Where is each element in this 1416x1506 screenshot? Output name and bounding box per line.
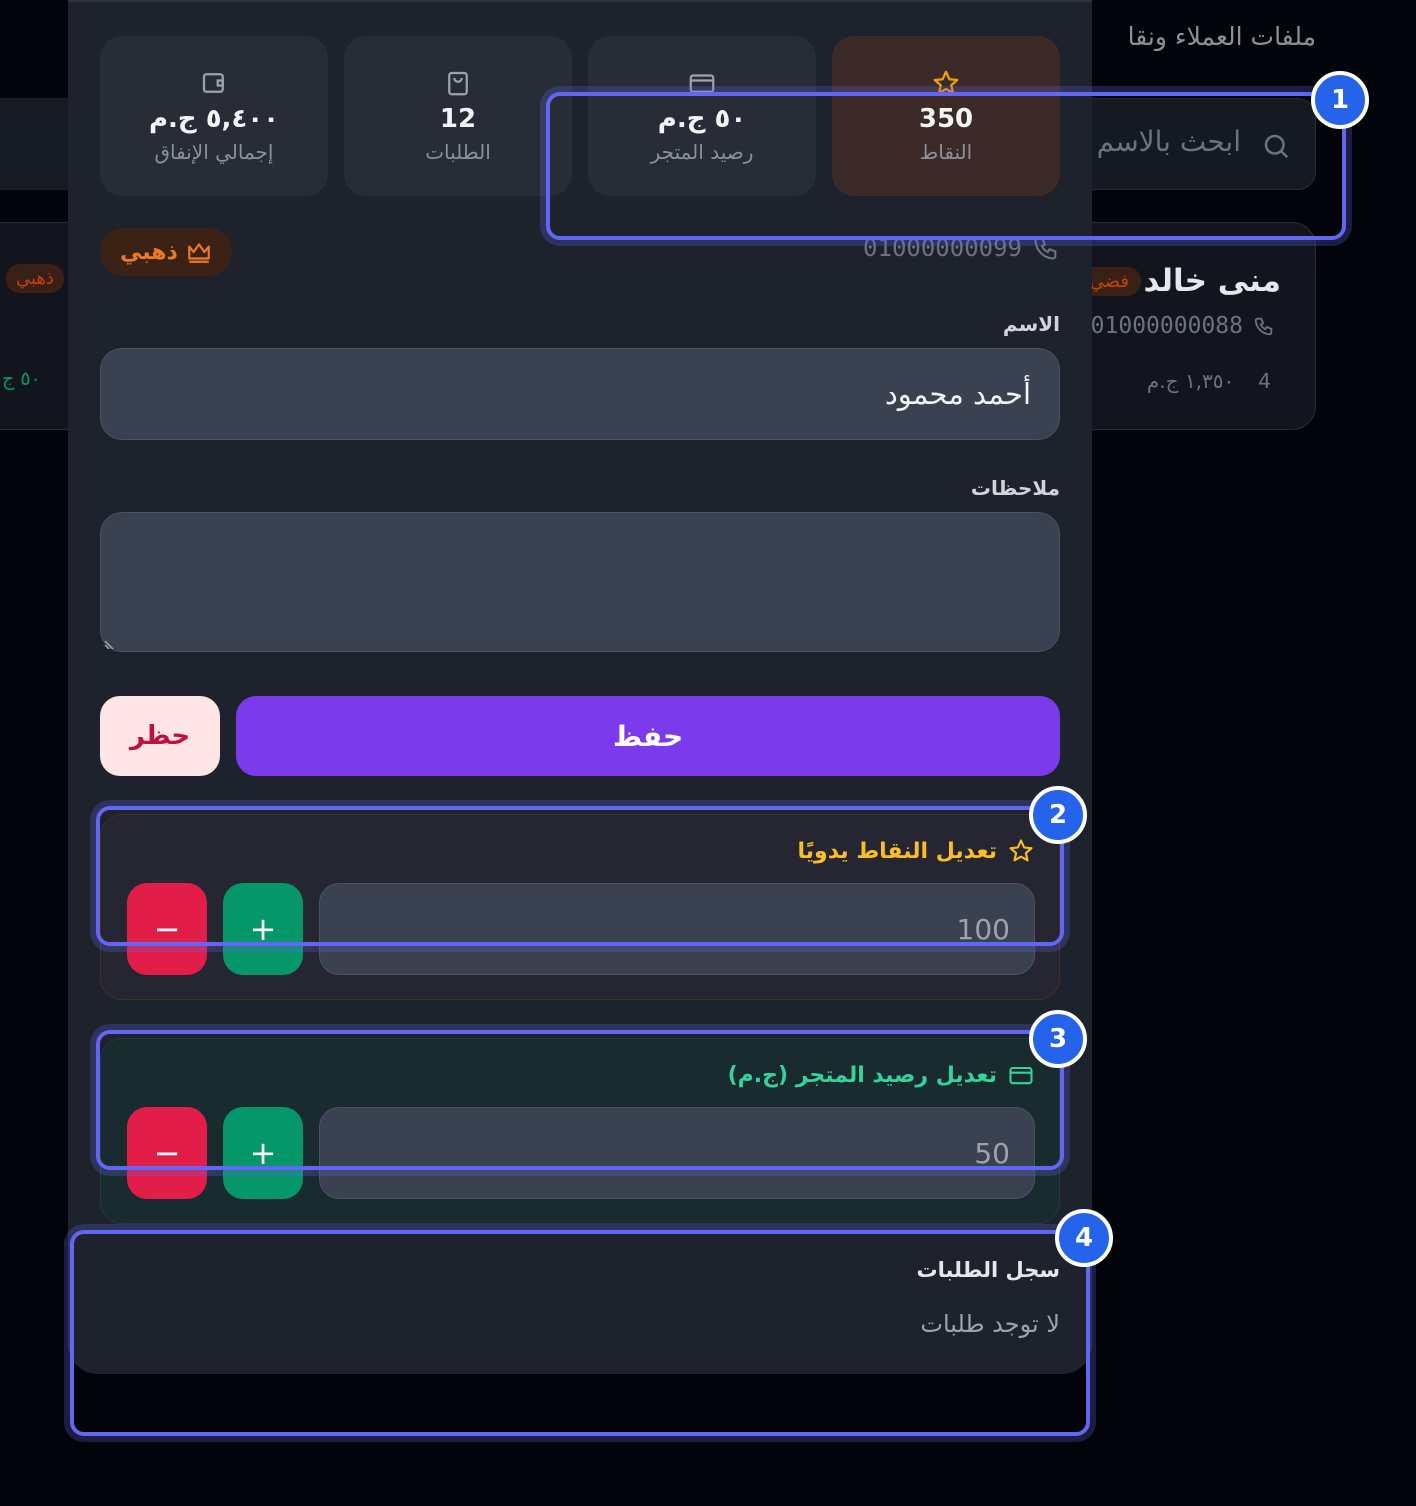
spent-amount: ١,٣٥٠ ج.م	[1146, 369, 1235, 393]
phone-number: 01000000088	[1090, 313, 1243, 339]
save-button[interactable]: حفظ	[236, 696, 1060, 776]
crown-icon	[187, 243, 210, 263]
annotation-box-4	[70, 1230, 1090, 1436]
tier-badge-label: ذهبي	[120, 239, 178, 265]
orders-count: 4	[1258, 369, 1271, 393]
notes-textarea[interactable]	[100, 512, 1060, 652]
customer-name: منى خالد	[1143, 263, 1281, 299]
stat-value: ٥,٤٠٠ ج.م	[148, 104, 280, 134]
annotation-marker-3: 3	[1029, 1010, 1087, 1068]
name-label: الاسم	[1002, 312, 1060, 336]
stat-total-spend: ٥,٤٠٠ ج.م إجمالي الإنفاق	[100, 36, 328, 196]
stat-label: الطلبات	[425, 140, 491, 164]
notes-label: ملاحظات	[970, 476, 1060, 500]
stat-label: إجمالي الإنفاق	[154, 140, 274, 164]
annotation-box-2	[96, 806, 1064, 946]
stat-orders: 12 الطلبات	[344, 36, 572, 196]
name-input[interactable]: أحمد محمود	[100, 348, 1060, 440]
customer-stats: 4 ١,٣٥٠ ج.م	[1147, 369, 1271, 393]
annotation-marker-4: 4	[1055, 1209, 1113, 1267]
page-title: ملفات العملاء ونقا	[1127, 22, 1316, 51]
customer-phone: 01000000088	[1091, 313, 1275, 339]
annotation-box-3	[96, 1030, 1064, 1170]
annotation-marker-2: 2	[1029, 786, 1087, 844]
shopping-bag-icon	[443, 68, 473, 98]
tier-badge: ذهبي	[100, 228, 232, 276]
annotation-marker-1: 1	[1311, 71, 1369, 129]
wallet-icon	[199, 68, 229, 98]
stat-value: 12	[439, 104, 477, 134]
tier-badge-label: فضي	[1089, 271, 1129, 292]
tier-badge: ذهبي	[6, 264, 64, 293]
ban-button[interactable]: حظر	[100, 696, 220, 776]
resize-handle-icon[interactable]	[103, 635, 117, 649]
annotation-box-1	[546, 92, 1346, 240]
balance-amount: ٥٠ ج	[2, 368, 41, 390]
phone-icon	[1254, 317, 1273, 336]
